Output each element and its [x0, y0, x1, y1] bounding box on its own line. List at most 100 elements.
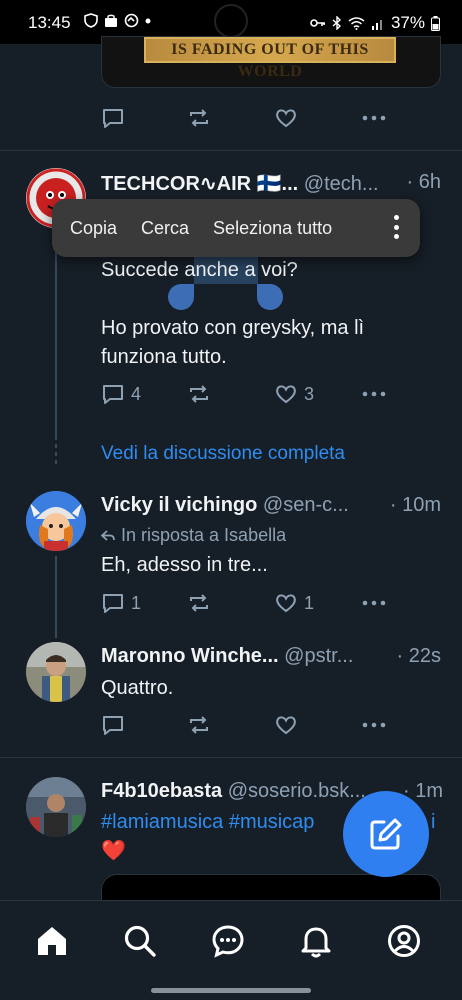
bluetooth-icon [332, 16, 341, 30]
more-icon [362, 115, 386, 121]
post-divider [0, 757, 462, 758]
compose-icon [370, 818, 402, 850]
bottom-navigation [0, 900, 462, 1000]
author-name[interactable]: Vicky il vichingo [101, 494, 257, 516]
key-icon [310, 19, 325, 27]
post-header[interactable]: Maronno Winche... @pstr... · 22s [101, 645, 441, 668]
text-context-menu: Copia Cerca Seleziona tutto [52, 199, 420, 257]
front-camera [214, 4, 248, 38]
avatar[interactable] [26, 491, 86, 551]
reply-count: 4 [131, 383, 142, 404]
post-header[interactable]: TECHCOR∿AIR 🇫🇮... @tech... · 6h [101, 171, 441, 196]
like-icon [276, 716, 296, 735]
reply-icon [103, 109, 123, 128]
more-options-icon[interactable] [394, 215, 400, 239]
nav-search[interactable] [120, 921, 160, 961]
like-count: 3 [304, 383, 315, 404]
thread-line [55, 232, 57, 440]
repost-button[interactable] [187, 713, 211, 737]
bell-icon [301, 927, 331, 958]
view-full-thread-link[interactable]: Vedi la discussione completa [101, 443, 345, 465]
like-button[interactable] [274, 713, 298, 737]
like-button[interactable] [274, 106, 298, 130]
repost-button[interactable] [187, 591, 211, 615]
thread-line [55, 556, 57, 638]
reply-button[interactable] [101, 106, 125, 130]
post-actions: 4 3 [101, 382, 401, 406]
reply-context[interactable]: In risposta a Isabella [101, 525, 286, 546]
thread-line-dot [55, 444, 57, 448]
repost-button[interactable] [187, 106, 211, 130]
nav-home[interactable] [32, 921, 72, 961]
reply-count: 1 [131, 592, 142, 613]
author-handle[interactable]: @tech... [304, 173, 379, 195]
dot-icon [145, 18, 151, 23]
more-button[interactable] [361, 382, 387, 406]
gesture-bar[interactable] [151, 988, 311, 993]
nav-notifications[interactable] [296, 921, 336, 961]
reply-button[interactable]: 4 [101, 382, 141, 406]
battery-percent: 37% [390, 13, 425, 32]
author-name[interactable]: F4b10ebasta [101, 780, 222, 802]
post-text[interactable]: Quattro. [101, 674, 431, 703]
home-icon [38, 927, 66, 955]
like-button[interactable]: 3 [274, 382, 314, 406]
reply-icon [103, 594, 123, 613]
reply-icon [103, 385, 123, 404]
like-icon [276, 594, 296, 613]
reply-arrow-icon [101, 529, 115, 541]
post-header[interactable]: Vicky il vichingo @sen-c... · 10m [101, 494, 441, 517]
wifi-icon [348, 16, 365, 30]
copy-menu-item[interactable]: Copia [70, 218, 117, 239]
reply-icon [103, 716, 123, 735]
avatar-image [26, 642, 86, 702]
author-handle[interactable]: @soserio.bsk... [228, 780, 366, 802]
more-icon [362, 722, 386, 728]
search-menu-item[interactable]: Cerca [141, 218, 189, 239]
author-handle[interactable]: @pstr... [284, 645, 353, 667]
author-name[interactable]: Maronno Winche... [101, 645, 279, 667]
post-divider [0, 150, 462, 151]
author-handle[interactable]: @sen-c... [263, 494, 349, 516]
status-time: 13:45 [28, 13, 71, 32]
compose-button[interactable] [343, 791, 429, 877]
reply-button[interactable]: 1 [101, 591, 141, 615]
more-button[interactable] [361, 713, 387, 737]
post-embed-image[interactable]: IS FADING OUT OF THIS WORLD [101, 36, 441, 88]
thread-line-dot [55, 452, 57, 456]
embed-banner-text: IS FADING OUT OF THIS WORLD [144, 37, 396, 80]
selection-handle-start[interactable] [168, 284, 194, 310]
select-all-menu-item[interactable]: Seleziona tutto [213, 218, 332, 239]
post-text[interactable]: Ho provato con greysky, ma lì funziona t… [101, 314, 431, 372]
more-button[interactable] [361, 591, 387, 615]
heart-emoji: ❤️ [101, 840, 126, 862]
hashtag-tail[interactable]: i [431, 808, 435, 837]
like-count: 1 [304, 592, 315, 613]
like-button[interactable]: 1 [274, 591, 314, 615]
more-icon [362, 600, 386, 606]
nav-profile[interactable] [384, 921, 424, 961]
avatar[interactable] [26, 642, 86, 702]
avatar-image [26, 491, 86, 551]
post-text[interactable]: Eh, adesso in tre... [101, 551, 431, 580]
selection-handle-end[interactable] [257, 284, 283, 310]
author-name[interactable]: TECHCOR∿AIR 🇫🇮... [101, 173, 298, 195]
post-actions: 1 1 [101, 591, 401, 615]
thread-line-dot [55, 460, 57, 464]
status-system-icons: 37% [310, 13, 440, 33]
reply-button[interactable] [101, 713, 125, 737]
post-actions [101, 106, 401, 130]
avatar[interactable] [26, 777, 86, 837]
hashtag-links[interactable]: #lamiamusica #musicap [101, 811, 314, 833]
post-time: · 10m [389, 494, 441, 516]
more-icon [362, 391, 386, 397]
nav-chat[interactable] [208, 921, 248, 961]
sync-icon [124, 13, 139, 28]
repost-button[interactable] [187, 382, 211, 406]
chat-icon [212, 925, 244, 958]
shield-icon [84, 13, 98, 28]
repost-icon [190, 385, 208, 403]
post-time: · 6h [406, 171, 441, 193]
more-button[interactable] [361, 106, 387, 130]
post-text[interactable]: Succede anche a voi? [101, 256, 431, 285]
